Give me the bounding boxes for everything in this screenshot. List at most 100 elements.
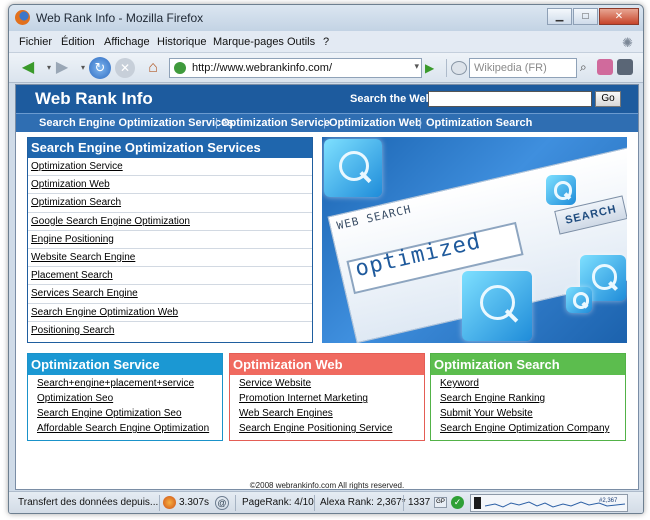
list-item: Search+engine+placement+service bbox=[37, 378, 222, 393]
menu-marque-pages[interactable]: Marque-pages bbox=[213, 36, 284, 48]
menu-fichier[interactable]: Fichier bbox=[19, 36, 52, 48]
site-title[interactable]: Web Rank Info bbox=[35, 89, 153, 109]
seo-panel-title: Search Engine Optimization Services bbox=[28, 138, 312, 158]
optimization-web-panel: Optimization Web Service Website Promoti… bbox=[229, 353, 425, 441]
screenshot-camera-icon[interactable] bbox=[617, 59, 633, 75]
panel-link[interactable]: Submit Your Website bbox=[440, 408, 533, 419]
list-item: Optimization Search bbox=[28, 194, 312, 213]
list-item: Positioning Search bbox=[28, 322, 312, 340]
go-arrow-icon[interactable]: ▶ bbox=[425, 61, 434, 75]
addon-toolbar-icon[interactable] bbox=[597, 59, 613, 75]
seo-link[interactable]: Website Search Engine bbox=[31, 252, 135, 263]
seo-link[interactable]: Optimization Search bbox=[31, 197, 121, 208]
site-search-input[interactable] bbox=[428, 91, 592, 107]
list-item: Search Engine Optimization Web bbox=[28, 304, 312, 322]
close-button[interactable]: ✕ bbox=[599, 8, 639, 25]
page-viewport: Web Rank Info Search the Web: Go Search … bbox=[15, 84, 639, 490]
status-bar: Transfert des données depuis... 3.307s @… bbox=[9, 491, 643, 513]
window-title: Web Rank Info - Mozilla Firefox bbox=[36, 11, 204, 25]
seo-link[interactable]: Placement Search bbox=[31, 270, 113, 281]
activity-throbber-icon: ✺ bbox=[622, 35, 633, 50]
menu-help[interactable]: ? bbox=[323, 36, 329, 48]
nav-separator: | bbox=[323, 117, 326, 129]
list-item: Affordable Search Engine Optimization bbox=[37, 423, 222, 438]
nav-optimization-web[interactable]: Optimization Web bbox=[329, 117, 422, 129]
browser-window: Web Rank Info - Mozilla Firefox ▁ □ ✕ Fi… bbox=[8, 4, 644, 514]
search-web-label: Search the Web: bbox=[350, 93, 436, 105]
seo-link[interactable]: Services Search Engine bbox=[31, 288, 138, 299]
site-search-go-button[interactable]: Go bbox=[595, 91, 621, 107]
search-engine-icon[interactable] bbox=[451, 61, 467, 75]
reload-icon[interactable]: ↻ bbox=[89, 57, 111, 79]
seo-link[interactable]: Google Search Engine Optimization bbox=[31, 216, 190, 227]
panel-link[interactable]: Web Search Engines bbox=[239, 408, 333, 419]
list-item: Search Engine Ranking bbox=[440, 393, 625, 408]
panel-link[interactable]: Search Engine Ranking bbox=[440, 393, 545, 404]
list-item: Search Engine Optimization Seo bbox=[37, 408, 222, 423]
firebug-icon[interactable] bbox=[163, 496, 176, 509]
checkmark-icon[interactable]: ✓ bbox=[451, 496, 464, 509]
url-dropdown-icon[interactable]: ▾ bbox=[414, 61, 419, 72]
site-navigation: Search Engine Optimization Services | Op… bbox=[16, 113, 638, 132]
window-controls: ▁ □ ✕ bbox=[546, 8, 639, 25]
magnifier-icon bbox=[462, 271, 532, 341]
back-arrow-icon[interactable]: ◀ bbox=[17, 57, 39, 79]
seo-services-panel: Search Engine Optimization Services Opti… bbox=[27, 137, 313, 343]
panel-title: Optimization Web bbox=[230, 354, 424, 375]
site-identity-icon[interactable] bbox=[174, 62, 186, 74]
panel-link[interactable]: Promotion Internet Marketing bbox=[239, 393, 368, 404]
list-item: Submit Your Website bbox=[440, 408, 625, 423]
magnifier-icon bbox=[546, 175, 576, 205]
seo-link[interactable]: Positioning Search bbox=[31, 325, 114, 336]
title-bar: Web Rank Info - Mozilla Firefox ▁ □ ✕ bbox=[9, 5, 643, 31]
nav-optimization-search[interactable]: Optimization Search bbox=[426, 117, 532, 129]
panel-link[interactable]: Keyword bbox=[440, 378, 479, 389]
menu-affichage[interactable]: Affichage bbox=[104, 36, 150, 48]
nav-seo-services[interactable]: Search Engine Optimization Services bbox=[39, 117, 233, 129]
panel-link-list: Keyword Search Engine Ranking Submit You… bbox=[431, 375, 625, 438]
panel-link[interactable]: Search Engine Optimization Company bbox=[440, 423, 610, 434]
panel-link[interactable]: Affordable Search Engine Optimization bbox=[37, 423, 209, 434]
list-item: Placement Search bbox=[28, 267, 312, 286]
seo-link[interactable]: Search Engine Optimization Web bbox=[31, 307, 178, 318]
optimization-search-panel: Optimization Search Keyword Search Engin… bbox=[430, 353, 626, 441]
nav-optimization-service[interactable]: Optimization Service bbox=[221, 117, 330, 129]
alexa-traffic-graph[interactable]: #2,367 bbox=[470, 494, 628, 512]
seo-link-list: Optimization Service Optimization Web Op… bbox=[28, 158, 312, 340]
menu-historique[interactable]: Historique bbox=[157, 36, 207, 48]
email-at-icon[interactable]: @ bbox=[215, 496, 229, 510]
magnifier-icon bbox=[566, 287, 592, 313]
search-input[interactable]: Wikipedia (FR) bbox=[469, 58, 577, 78]
panel-title: Optimization Service bbox=[28, 354, 222, 375]
panel-link-list: Search+engine+placement+service Optimiza… bbox=[28, 375, 222, 438]
seo-link[interactable]: Optimization Web bbox=[31, 179, 110, 190]
seo-link[interactable]: Engine Positioning bbox=[31, 234, 114, 245]
home-icon[interactable]: ⌂ bbox=[142, 57, 164, 79]
list-item: Engine Positioning bbox=[28, 231, 312, 249]
menu-edition[interactable]: Édition bbox=[61, 36, 95, 48]
minimize-button[interactable]: ▁ bbox=[547, 8, 572, 25]
maximize-button[interactable]: □ bbox=[573, 8, 598, 25]
site-header: Web Rank Info Search the Web: Go bbox=[16, 85, 638, 113]
panel-link-list: Service Website Promotion Internet Marke… bbox=[230, 375, 424, 438]
search-magnifier-icon[interactable]: ⌕ bbox=[580, 60, 587, 75]
url-text[interactable]: http://www.webrankinfo.com/ bbox=[192, 62, 332, 74]
stop-icon[interactable]: ✕ bbox=[115, 58, 135, 78]
panel-link[interactable]: Search Engine Positioning Service bbox=[239, 423, 392, 434]
panel-link[interactable]: Service Website bbox=[239, 378, 311, 389]
panel-link[interactable]: Optimization Seo bbox=[37, 393, 113, 404]
panel-link[interactable]: Search Engine Optimization Seo bbox=[37, 408, 182, 419]
menu-outils[interactable]: Outils bbox=[287, 36, 315, 48]
address-bar[interactable]: http://www.webrankinfo.com/ ▾ bbox=[169, 58, 422, 78]
traffic-sparkline: #2,367 bbox=[474, 497, 626, 509]
alexa-rank-indicator[interactable]: Alexa Rank: 2,367* bbox=[320, 497, 406, 508]
pagerank-indicator[interactable]: PageRank: 4/10 bbox=[242, 497, 314, 508]
seo-link[interactable]: Optimization Service bbox=[31, 161, 123, 172]
forward-arrow-icon[interactable]: ▶ bbox=[51, 57, 73, 79]
panel-link[interactable]: Search+engine+placement+service bbox=[37, 378, 194, 389]
gp-icon[interactable]: GP bbox=[434, 497, 447, 508]
status-divider bbox=[314, 495, 315, 511]
load-timer: 3.307s bbox=[179, 497, 210, 508]
list-item: Optimization Service bbox=[28, 158, 312, 177]
panel-title: Optimization Search bbox=[431, 354, 625, 375]
